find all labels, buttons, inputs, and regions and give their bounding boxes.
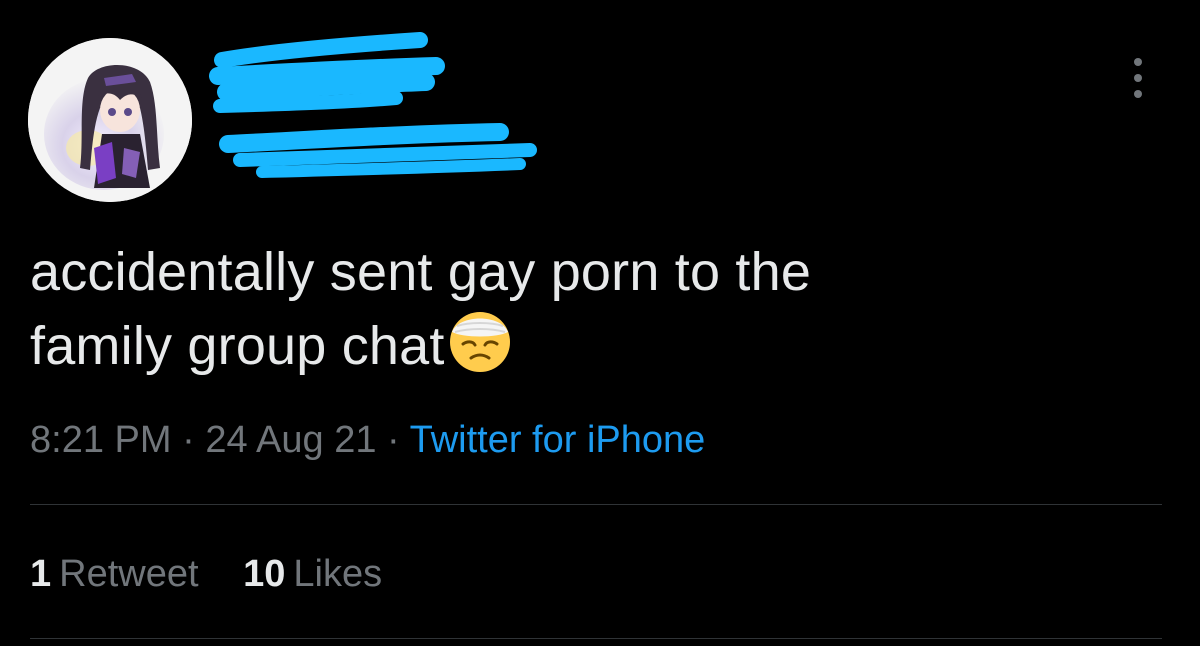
tweet-stats: 1 Retweet 10 Likes bbox=[30, 548, 416, 600]
tweet-text-line2: family group chat bbox=[30, 308, 1030, 382]
retweets-stat[interactable]: 1 Retweet bbox=[30, 548, 199, 600]
tweet-text-line2-content: family group chat bbox=[30, 316, 445, 376]
likes-count: 10 bbox=[243, 553, 286, 595]
tweet-source-link[interactable]: Twitter for iPhone bbox=[410, 419, 706, 461]
face-with-head-bandage-icon bbox=[449, 312, 510, 372]
divider bbox=[30, 638, 1162, 639]
tweet-text: accidentally sent gay porn to the family… bbox=[30, 236, 1030, 382]
tweet-meta: 8:21 PM · 24 Aug 21 · Twitter for iPhone bbox=[30, 414, 705, 466]
likes-stat[interactable]: 10 Likes bbox=[243, 548, 382, 600]
tweet-date[interactable]: 24 Aug 21 bbox=[205, 419, 376, 461]
avatar-image bbox=[28, 38, 192, 202]
tweet-detail: accidentally sent gay porn to the family… bbox=[0, 0, 1200, 646]
meta-separator: · bbox=[387, 419, 400, 461]
meta-separator: · bbox=[182, 419, 195, 461]
more-options-button[interactable] bbox=[1118, 50, 1158, 106]
more-horizontal-icon bbox=[1134, 58, 1142, 66]
more-horizontal-icon-dot bbox=[1134, 74, 1142, 82]
likes-label: Likes bbox=[293, 553, 383, 595]
avatar[interactable] bbox=[28, 38, 192, 202]
retweets-count: 1 bbox=[30, 553, 52, 595]
tweet-text-line1: accidentally sent gay porn to the bbox=[30, 242, 812, 302]
divider bbox=[30, 504, 1162, 505]
tweet-time[interactable]: 8:21 PM bbox=[30, 419, 172, 461]
more-horizontal-icon-dot bbox=[1134, 90, 1142, 98]
retweets-label: Retweet bbox=[59, 553, 199, 595]
redacted-username bbox=[209, 32, 537, 178]
